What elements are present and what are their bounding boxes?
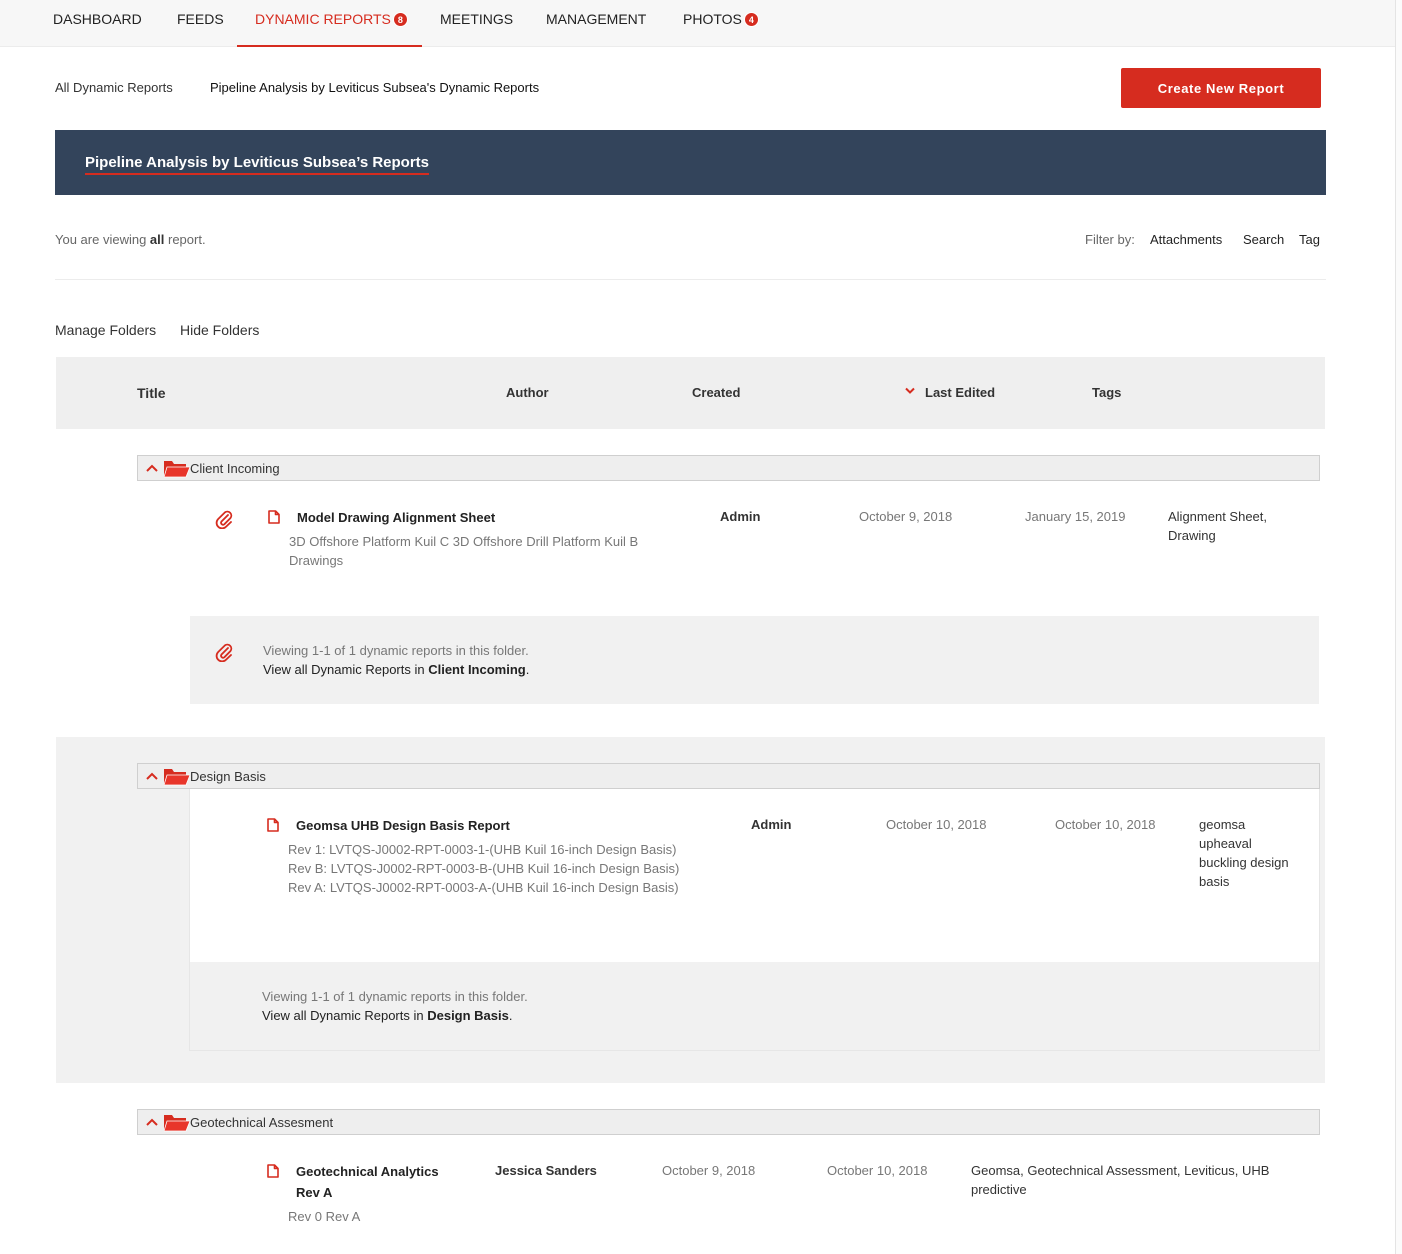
report-tags: Alignment Sheet, Drawing	[1168, 509, 1268, 543]
chevron-up-icon[interactable]	[146, 464, 158, 472]
folder-count-text: Viewing 1-1 of 1 dynamic reports in this…	[263, 643, 529, 658]
folder-footer	[190, 962, 1319, 1050]
report-description: Rev 1: LVTQS-J0002-RPT-0003-1-(UHB Kuil …	[288, 842, 680, 895]
breadcrumb-root[interactable]: All Dynamic Reports	[55, 80, 173, 95]
reports-banner: Pipeline Analysis by Leviticus Subsea’s …	[55, 130, 1326, 195]
nav-management-label: MANAGEMENT	[546, 11, 647, 27]
folder-name: Design Basis	[190, 769, 266, 784]
folder-footer	[190, 616, 1319, 704]
report-author: Admin	[751, 817, 792, 832]
folder-view-all: View all Dynamic Reports in Client Incom…	[263, 662, 529, 677]
folder-name: Geotechnical Assesment	[190, 1115, 334, 1130]
viewing-suffix: report.	[164, 232, 206, 247]
nav-dashboard[interactable]: DASHBOARD	[53, 0, 142, 47]
viewing-prefix: You are viewing	[55, 232, 150, 247]
report-tags: Geomsa, Geotechnical Assessment, Levitic…	[971, 1163, 1270, 1197]
column-last-edited[interactable]: Last Edited	[925, 385, 995, 400]
photos-badge: 4	[743, 12, 759, 27]
viewing-scope-value: all	[149, 232, 165, 247]
page-scrollbar[interactable]	[1395, 0, 1402, 1254]
report-created: October 9, 2018	[662, 1163, 756, 1178]
nav-dashboard-label: DASHBOARD	[53, 11, 142, 27]
column-title[interactable]: Title	[137, 385, 166, 401]
report-last-edited: January 15, 2019	[1025, 509, 1126, 524]
report-title[interactable]: Geomsa UHB Design Basis Report	[296, 815, 510, 836]
nav-meetings-label: MEETINGS	[440, 11, 514, 27]
nav-meetings[interactable]: MEETINGS	[440, 0, 513, 47]
report-last-edited: October 10, 2018	[827, 1163, 928, 1178]
nav-photos[interactable]: PHOTOS 4	[683, 0, 759, 47]
nav-feeds-label: FEEDS	[177, 11, 224, 27]
report-created: October 9, 2018	[859, 509, 953, 524]
hide-folders-link[interactable]: Hide Folders	[180, 322, 259, 338]
folder-open-icon	[164, 769, 190, 786]
folder-view-all-suffix: .	[525, 662, 530, 677]
folder-view-all-prefix: View all Dynamic Reports in	[262, 1008, 428, 1023]
column-tags[interactable]: Tags	[1092, 385, 1121, 400]
report-author: Admin	[720, 509, 761, 524]
folder-view-all-prefix: View all Dynamic Reports in	[263, 662, 429, 677]
folder-geotechnical-assesment[interactable]: Geotechnical Assesment	[137, 1109, 1320, 1135]
sort-down-icon[interactable]	[905, 387, 915, 395]
report-title[interactable]: Geotechnical Analytics Rev A	[296, 1161, 461, 1203]
report-description: Rev 0 Rev A	[288, 1209, 361, 1224]
document-icon	[267, 1164, 279, 1178]
chevron-up-icon[interactable]	[146, 1118, 158, 1126]
report-created: October 10, 2018	[886, 817, 987, 832]
filter-attachments[interactable]: Attachments	[1150, 232, 1222, 247]
paperclip-icon[interactable]	[215, 509, 233, 529]
report-tags: geomsa upheaval buckling design basis	[1199, 817, 1289, 889]
nav-dynamic-reports[interactable]: DYNAMIC REPORTS 8	[255, 0, 408, 47]
nav-dynamic-reports-label: DYNAMIC REPORTS	[255, 11, 391, 27]
paperclip-icon[interactable]	[215, 642, 233, 662]
viewing-scope: You are viewing all report.	[55, 232, 206, 247]
nav-photos-label: PHOTOS	[683, 11, 742, 27]
breadcrumb-current: Pipeline Analysis by Leviticus Subsea's …	[210, 80, 540, 95]
folder-view-all-suffix: .	[508, 1008, 513, 1023]
report-description: 3D Offshore Platform Kuil C 3D Offshore …	[289, 534, 639, 568]
create-new-report-button[interactable]: Create New Report	[1121, 68, 1321, 108]
report-last-edited: October 10, 2018	[1055, 817, 1156, 832]
column-created[interactable]: Created	[692, 385, 740, 400]
document-icon	[267, 818, 279, 832]
folder-client-incoming[interactable]: Client Incoming	[137, 455, 1320, 481]
folder-count-text: Viewing 1-1 of 1 dynamic reports in this…	[262, 989, 528, 1004]
filter-label: Filter by:	[1085, 232, 1135, 247]
chevron-up-icon[interactable]	[146, 772, 158, 780]
document-icon	[268, 510, 280, 524]
active-tab-underline	[237, 45, 422, 47]
filter-tag[interactable]: Tag	[1299, 232, 1320, 247]
folder-design-basis[interactable]: Design Basis	[137, 763, 1320, 789]
table-header: Title Author Created Last Edited Tags	[56, 357, 1325, 429]
filter-search[interactable]: Search	[1243, 232, 1284, 247]
banner-title: Pipeline Analysis by Leviticus Subsea’s …	[85, 154, 430, 175]
nav-feeds[interactable]: FEEDS	[177, 0, 224, 47]
column-author[interactable]: Author	[506, 385, 549, 400]
folder-name: Client Incoming	[190, 461, 280, 476]
report-author: Jessica Sanders	[495, 1163, 597, 1178]
folder-view-all-link[interactable]: Design Basis	[427, 1008, 509, 1023]
folder-view-all: View all Dynamic Reports in Design Basis…	[262, 1008, 513, 1023]
nav-management[interactable]: MANAGEMENT	[546, 0, 646, 47]
top-nav: DASHBOARD FEEDS DYNAMIC REPORTS 8 MEETING…	[0, 0, 1395, 47]
folder-view-all-link[interactable]: Client Incoming	[428, 662, 526, 677]
manage-folders-link[interactable]: Manage Folders	[55, 322, 156, 338]
divider	[55, 279, 1326, 280]
folder-open-icon	[164, 461, 190, 478]
dynamic-reports-badge: 8	[392, 12, 408, 27]
report-title[interactable]: Model Drawing Alignment Sheet	[297, 507, 495, 528]
folder-open-icon	[164, 1115, 190, 1132]
